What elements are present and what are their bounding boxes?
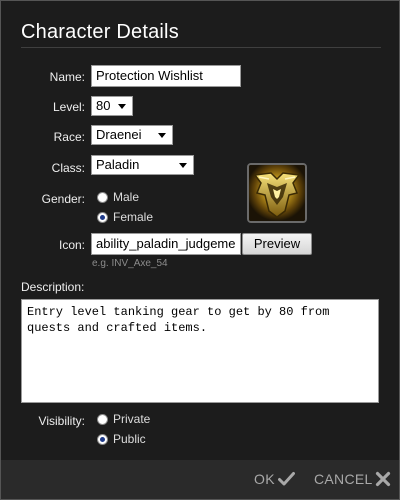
name-label: Name: (49, 70, 85, 84)
level-label: Level: (52, 100, 85, 114)
icon-input[interactable]: ability_paladin_judgeme (91, 233, 241, 255)
check-icon (278, 472, 295, 486)
gender-label: Gender: (41, 192, 85, 206)
visibility-public-label: Public (113, 432, 146, 446)
chevron-down-icon (158, 133, 166, 138)
name-input[interactable]: Protection Wishlist (91, 65, 241, 87)
visibility-private-label: Private (113, 412, 151, 426)
class-label: Class: (51, 161, 85, 175)
race-label: Race: (53, 130, 85, 144)
chevron-down-icon (118, 104, 126, 109)
radio-button-selected[interactable] (97, 212, 108, 223)
title-divider (21, 47, 381, 48)
radio-button[interactable] (97, 192, 108, 203)
cancel-button[interactable]: CANCEL (314, 471, 394, 487)
race-select-value: Draenei (96, 127, 142, 142)
radio-button[interactable] (97, 414, 108, 425)
character-details-dialog: Character Details Name: Protection Wishl… (0, 0, 400, 500)
visibility-label: Visibility: (38, 414, 85, 428)
paladin-judgement-icon (247, 163, 307, 223)
level-select-value: 80 (96, 98, 111, 113)
preview-button[interactable]: Preview (242, 233, 312, 255)
icon-hint: e.g. INV_Axe_54 (92, 258, 168, 269)
close-icon (375, 471, 391, 487)
cancel-label: CANCEL (314, 471, 373, 487)
radio-button-selected[interactable] (97, 434, 108, 445)
race-select[interactable]: Draenei (91, 125, 173, 145)
description-label: Description: (21, 280, 85, 294)
icon-label: Icon: (58, 238, 85, 252)
class-select-value: Paladin (96, 157, 140, 172)
ok-button[interactable]: OK (254, 471, 298, 487)
ok-label: OK (254, 471, 275, 487)
description-textarea[interactable]: Entry level tanking gear to get by 80 fr… (21, 299, 379, 403)
gender-female-label: Female (113, 210, 154, 224)
dialog-footer: OK CANCEL (1, 460, 399, 499)
chevron-down-icon (179, 163, 187, 168)
level-select[interactable]: 80 (91, 96, 133, 116)
icon-artwork (249, 165, 305, 221)
dialog-title: Character Details (21, 21, 179, 43)
gender-male-label: Male (113, 190, 140, 204)
class-select[interactable]: Paladin (91, 155, 194, 175)
